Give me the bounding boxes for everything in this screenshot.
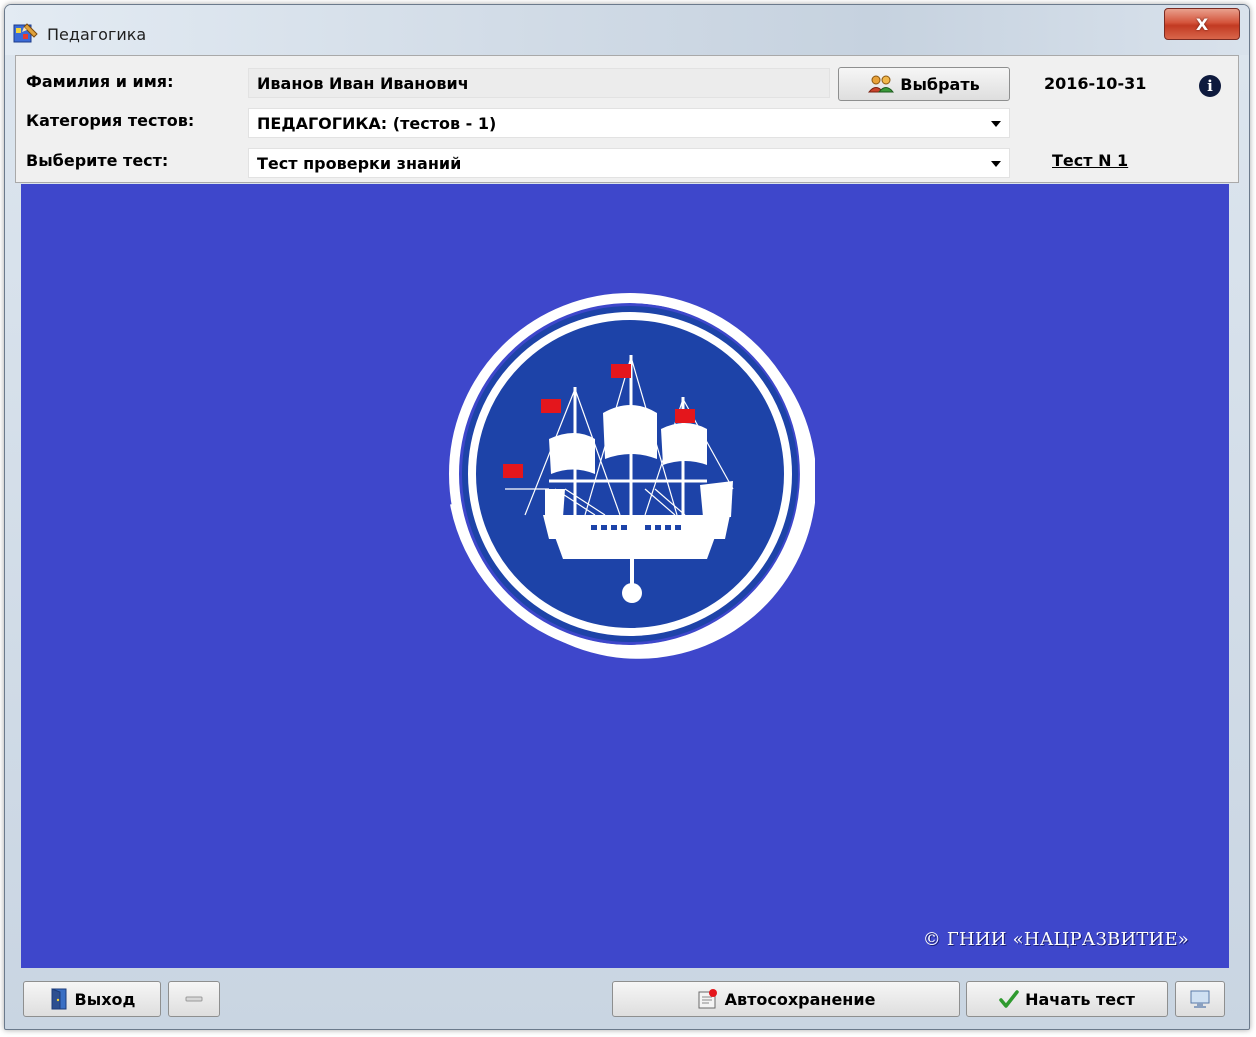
door-exit-icon (51, 988, 67, 1010)
test-number-link[interactable]: Тест N 1 (1052, 151, 1128, 170)
date-display: 2016-10-31 (1044, 74, 1147, 93)
sailing-ship-emblem-icon (449, 293, 815, 659)
checkmark-icon (999, 990, 1019, 1008)
name-value: Иванов Иван Иванович (257, 74, 469, 93)
autosave-icon (698, 989, 717, 1009)
test-combobox[interactable]: Тест проверки знаний (248, 148, 1010, 178)
name-field: Иванов Иван Иванович (248, 68, 830, 98)
test-label: Выберите тест: (26, 151, 169, 170)
screen-mode-button[interactable] (1175, 981, 1225, 1017)
app-window: Педагогика X Фамилия и имя: Иванов Иван … (4, 4, 1250, 1030)
autosave-button[interactable]: Автосохранение (612, 981, 960, 1017)
users-icon (868, 75, 895, 93)
title-bar: Педагогика X (5, 5, 1249, 55)
exit-button-label: Выход (74, 989, 136, 1009)
app-icon (13, 23, 38, 43)
copyright-text: © ГНИИ «НАЦРАЗВИТИЕ» (922, 929, 1189, 950)
category-combobox[interactable]: ПЕДАГОГИКА: (тестов - 1) (248, 108, 1010, 138)
minus-icon (185, 996, 203, 1002)
window-title: Педагогика (47, 25, 147, 44)
dropdown-arrow-icon[interactable] (991, 121, 1001, 127)
category-value: ПЕДАГОГИКА: (тестов - 1) (257, 114, 497, 133)
bottom-toolbar: Выход Автосохранение Начать тест (5, 967, 1249, 1029)
select-person-button[interactable]: Выбрать (838, 67, 1010, 101)
start-test-button[interactable]: Начать тест (966, 981, 1168, 1017)
select-button-label: Выбрать (900, 74, 980, 94)
name-label: Фамилия и имя: (26, 72, 174, 91)
minimize-button[interactable] (168, 981, 220, 1017)
monitor-icon (1190, 990, 1210, 1008)
info-icon[interactable]: i (1199, 75, 1221, 97)
autosave-button-label: Автосохранение (724, 989, 876, 1009)
start-test-button-label: Начать тест (1025, 989, 1135, 1009)
test-value: Тест проверки знаний (257, 154, 462, 173)
close-button[interactable]: X (1164, 8, 1240, 40)
content-area: © ГНИИ «НАЦРАЗВИТИЕ» (21, 184, 1229, 968)
close-icon: X (1195, 14, 1209, 34)
form-panel: Фамилия и имя: Иванов Иван Иванович Выбр… (15, 55, 1239, 183)
dropdown-arrow-icon[interactable] (991, 161, 1001, 167)
category-label: Категория тестов: (26, 111, 195, 130)
exit-button[interactable]: Выход (23, 981, 161, 1017)
